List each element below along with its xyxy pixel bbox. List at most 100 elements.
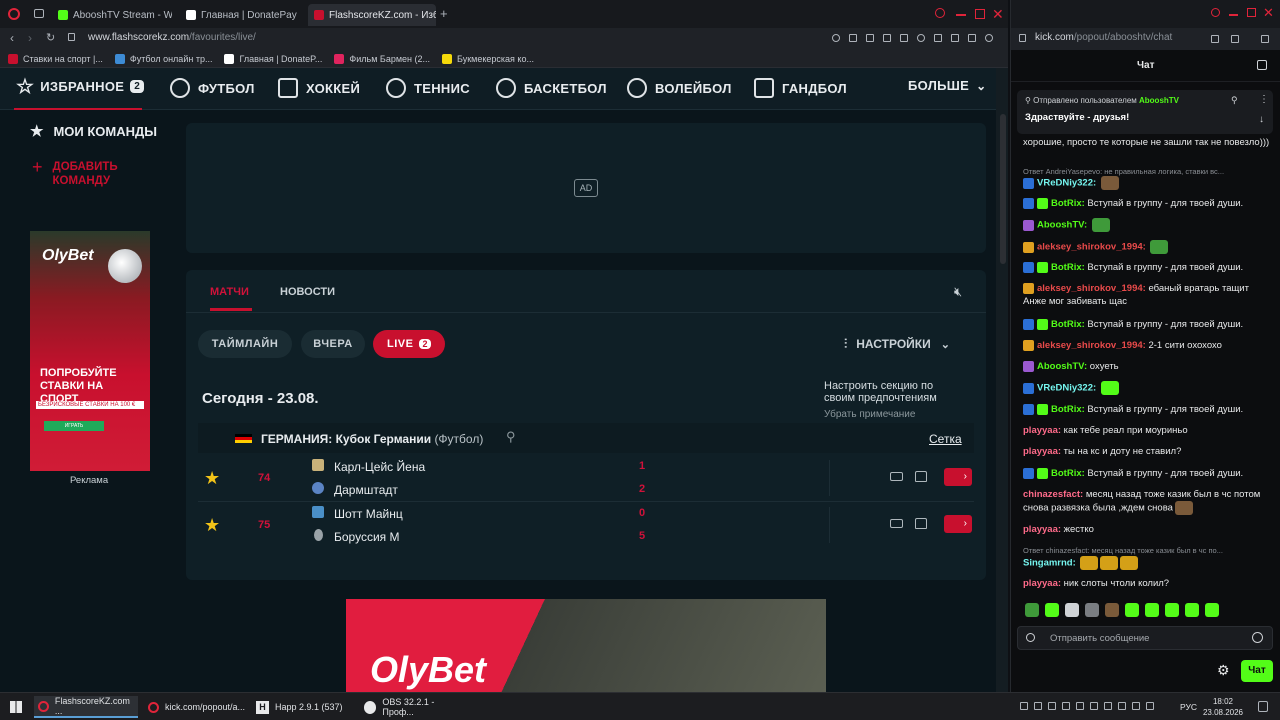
nav-football[interactable]: ФУТБОЛ <box>170 78 255 98</box>
nav-favorites[interactable]: ☆ ИЗБРАННОЕ 2 <box>16 74 145 99</box>
pin-league-icon[interactable]: ⚲ <box>506 429 516 445</box>
chat-username[interactable]: BotRix: <box>1051 404 1085 415</box>
tab-abooshtv[interactable]: AbooshTV Stream - Watch <box>52 4 172 26</box>
chat-username[interactable]: playyaa: <box>1023 524 1061 535</box>
emote-icon[interactable] <box>1125 603 1139 617</box>
send-chat-button[interactable]: Чат <box>1241 660 1273 682</box>
clock[interactable]: 18:02 23.08.2026 <box>1200 696 1246 718</box>
chat-username[interactable]: playyaa: <box>1023 446 1061 457</box>
tab-donatepay[interactable]: Главная | DonatePay <box>180 4 304 26</box>
filter-live[interactable]: LIVE 2 <box>373 330 445 358</box>
search-icon[interactable] <box>935 8 945 18</box>
taskbar-kick-chat[interactable]: kick.com/popout/a... <box>144 696 248 718</box>
chat-username[interactable]: VReDNiy322: <box>1037 383 1096 394</box>
menu-icon[interactable] <box>968 34 976 42</box>
emote-icon[interactable] <box>1165 603 1179 617</box>
search-icon[interactable] <box>1211 8 1220 17</box>
bookmark-item[interactable]: Букмекерская ко... <box>442 53 534 64</box>
minimize-button[interactable] <box>956 14 966 16</box>
filter-timeline[interactable]: ТАЙМЛАЙН <box>198 330 292 358</box>
emote-icon[interactable] <box>1145 603 1159 617</box>
favorite-star-icon[interactable]: ★ <box>204 515 220 536</box>
opera-logo-icon[interactable] <box>8 8 20 20</box>
tooltip-dismiss[interactable]: Убрать примечание <box>824 409 962 420</box>
bracket-link[interactable]: Сетка <box>929 432 962 446</box>
profile-icon[interactable] <box>985 34 993 42</box>
chat-username[interactable]: playyaa: <box>1023 425 1061 436</box>
more-options-icon[interactable]: ⋮ <box>1259 94 1269 105</box>
taskbar-happ[interactable]: H Happ 2.9.1 (537) <box>252 696 356 718</box>
url-input[interactable]: kick.com/popout/abooshtv/chat <box>1035 32 1172 43</box>
tab-matches[interactable]: МАТЧИ <box>210 286 249 298</box>
forward-icon[interactable]: › <box>28 31 32 45</box>
chat-input[interactable]: Отправить сообщение <box>1017 626 1273 650</box>
download-icon[interactable] <box>951 34 959 42</box>
chat-username[interactable]: AbooshTV: <box>1037 220 1087 231</box>
maximize-button[interactable] <box>975 9 985 19</box>
emote-icon[interactable] <box>1025 603 1039 617</box>
nav-basketball[interactable]: БАСКЕТБОЛ <box>496 78 607 98</box>
extensions-icon[interactable] <box>934 34 942 42</box>
chat-username[interactable]: Singamrnd: <box>1023 558 1076 569</box>
gear-icon[interactable]: ⚙ <box>1217 662 1230 679</box>
heart-icon[interactable] <box>917 34 925 42</box>
volume-icon[interactable] <box>1146 702 1154 710</box>
emote-icon[interactable] <box>1045 603 1059 617</box>
nav-tennis[interactable]: ТЕННИС <box>386 78 470 98</box>
chat-username[interactable]: BotRix: <box>1051 198 1085 209</box>
tray-app-icon[interactable] <box>1104 702 1112 710</box>
notifications-icon[interactable] <box>1258 701 1268 712</box>
league-name[interactable]: Кубок Германии <box>336 432 432 446</box>
close-button[interactable]: ✕ <box>992 6 1004 23</box>
chat-username[interactable]: chinazesfact: <box>1023 489 1083 500</box>
match-row[interactable]: ★ 75 Шотт Майнц Боруссия М 0 5 › <box>186 503 986 549</box>
emote-icon[interactable] <box>1085 603 1099 617</box>
open-match-button[interactable]: › <box>944 515 972 533</box>
emote-icon[interactable] <box>1105 603 1119 617</box>
nav-volleyball[interactable]: ВОЛЕЙБОЛ <box>627 78 732 98</box>
back-icon[interactable]: ‹ <box>10 31 14 45</box>
play-icon[interactable] <box>900 34 908 42</box>
add-team-link[interactable]: + ДОБАВИТЬ КОМАНДУ <box>32 158 133 188</box>
url-input[interactable]: www.flashscorekz.com/favourites/live/ <box>88 32 256 43</box>
shield-icon[interactable] <box>1211 35 1219 43</box>
crop-icon[interactable] <box>883 34 891 42</box>
chat-username[interactable]: BotRix: <box>1051 468 1085 479</box>
language-indicator[interactable]: РУС <box>1180 702 1197 712</box>
bookmark-item[interactable]: Главная | DonateP... <box>224 53 322 64</box>
ad-cta-button[interactable]: ИГРАТЬ <box>44 421 104 431</box>
arrow-down-icon[interactable]: ↓ <box>1259 114 1264 125</box>
new-tab-button[interactable]: + <box>440 6 448 21</box>
shirt-icon[interactable] <box>915 471 927 482</box>
tab-manager-icon[interactable] <box>34 9 44 18</box>
tray-app-icon[interactable] <box>1076 702 1084 710</box>
nav-hockey[interactable]: ХОККЕЙ <box>278 78 360 98</box>
snapshot-icon[interactable] <box>866 34 874 42</box>
emoji-icon[interactable] <box>1252 632 1263 643</box>
chat-username[interactable]: VReDNiy322: <box>1037 178 1096 189</box>
tray-app-icon[interactable] <box>1118 702 1126 710</box>
open-match-button[interactable]: › <box>944 468 972 486</box>
network-icon[interactable] <box>1132 702 1140 710</box>
chat-username[interactable]: AbooshTV: <box>1037 361 1087 372</box>
chat-username[interactable]: BotRix: <box>1051 319 1085 330</box>
play-icon[interactable] <box>1231 35 1239 43</box>
mute-icon[interactable]: 🔇︎ <box>954 284 962 300</box>
page-scrollbar-thumb[interactable] <box>1000 114 1006 264</box>
emote-icon[interactable] <box>1080 556 1099 570</box>
tv-icon[interactable] <box>890 519 903 528</box>
tab-news[interactable]: НОВОСТИ <box>280 286 335 298</box>
taskbar-obs[interactable]: OBS 32.2.1 - Проф... <box>360 696 464 718</box>
emote-icon[interactable] <box>1100 556 1119 570</box>
nav-more[interactable]: БОЛЬШЕ ⌄ <box>908 78 987 93</box>
favorite-star-icon[interactable]: ★ <box>204 468 220 489</box>
tray-app-icon[interactable] <box>1020 702 1028 710</box>
filter-yesterday[interactable]: ВЧЕРА <box>301 330 365 358</box>
users-icon[interactable] <box>1257 60 1267 70</box>
nav-handball[interactable]: ГАНДБОЛ <box>754 78 847 98</box>
shirt-icon[interactable] <box>915 518 927 529</box>
download-icon[interactable] <box>1261 35 1269 43</box>
bookmark-item[interactable]: Фильм Бармен (2... <box>334 53 430 64</box>
emote-icon[interactable] <box>1100 176 1119 190</box>
minimize-button[interactable] <box>1229 14 1238 16</box>
